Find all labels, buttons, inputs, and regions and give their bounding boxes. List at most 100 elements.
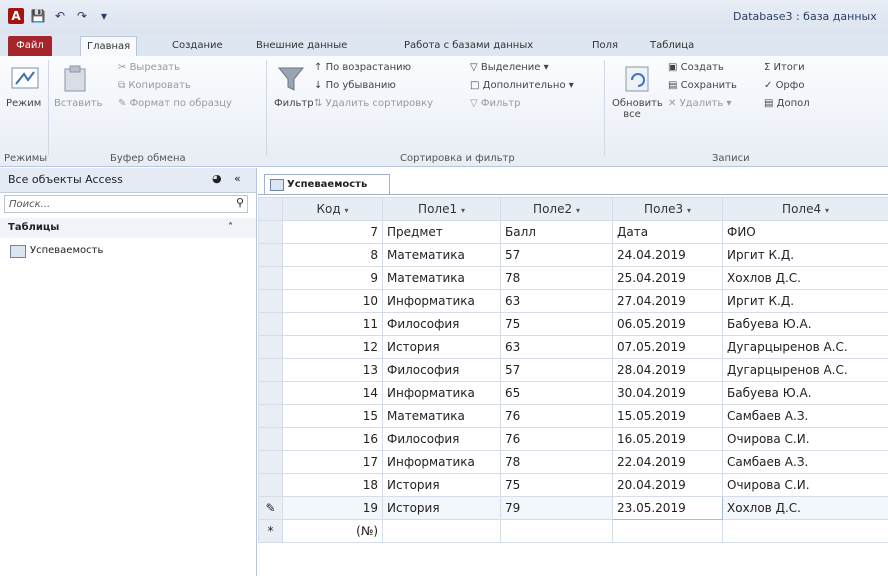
cell-code[interactable]: 12 [282,335,383,359]
cell-field1[interactable]: Философия [382,427,501,451]
tab-home[interactable]: Главная [80,36,138,57]
cell-field2[interactable]: 63 [500,289,613,313]
cell-field4[interactable]: Очирова С.И. [722,427,888,451]
cell-code[interactable]: (№) [282,519,383,543]
cell-field3[interactable]: 25.04.2019 [612,266,723,290]
cell-field4[interactable]: Очирова С.И. [722,473,888,497]
new-record-selector[interactable]: * [258,519,283,543]
cell-field2[interactable]: 75 [500,473,613,497]
chevron-up-icon[interactable]: ˄ [228,218,233,238]
cell-empty[interactable] [500,519,613,543]
column-header-field4[interactable]: Поле4 ▾ [722,197,888,221]
cell-field1[interactable]: Информатика [382,289,501,313]
nav-menu-icon[interactable]: ◕ [212,172,222,185]
customize-toolbar-icon[interactable]: ▾ [96,8,112,24]
tab-file[interactable]: Файл [8,36,52,56]
cell-field2[interactable]: 78 [500,450,613,474]
new-record-button[interactable]: ▣ Создать [668,62,724,73]
record-selector[interactable] [258,358,283,382]
table-row[interactable]: 15 Математика 76 15.05.2019 Самбаев А.З. [258,404,888,428]
cell-field3[interactable]: 27.04.2019 [612,289,723,313]
cell-field1[interactable]: Предмет [382,220,501,244]
table-row[interactable]: 8 Математика 57 24.04.2019 Иргит К.Д. [258,243,888,267]
cell-code[interactable]: 15 [282,404,383,428]
column-header-code[interactable]: Код ▾ [282,197,383,221]
record-selector[interactable] [258,266,283,290]
cell-code[interactable]: 18 [282,473,383,497]
cell-field3[interactable]: 23.05.2019 [612,496,723,520]
undo-icon[interactable]: ↶ [52,8,68,24]
paste-button[interactable]: Вставить [54,98,102,109]
tab-fields[interactable]: Поля [586,36,624,56]
collapse-pane-icon[interactable]: « [234,172,241,185]
cell-code[interactable]: 13 [282,358,383,382]
cell-field2[interactable]: 76 [500,427,613,451]
cell-field4[interactable]: Иргит К.Д. [722,289,888,313]
cell-field2[interactable]: 78 [500,266,613,290]
cell-field2[interactable]: 75 [500,312,613,336]
table-row[interactable]: 10 Информатика 63 27.04.2019 Иргит К.Д. [258,289,888,313]
cell-field3[interactable]: 30.04.2019 [612,381,723,405]
tab-create[interactable]: Создание [166,36,229,56]
search-input[interactable]: Поиск... [4,195,248,213]
cell-field4[interactable]: ФИО [722,220,888,244]
cell-field4[interactable]: Иргит К.Д. [722,243,888,267]
cell-field4[interactable]: Дугарцыренов А.С. [722,358,888,382]
cell-empty[interactable] [722,519,888,543]
cell-field1[interactable]: История [382,335,501,359]
cell-field1[interactable]: Математика [382,266,501,290]
column-dropdown-icon[interactable]: ▾ [825,206,829,215]
table-row[interactable]: 12 История 63 07.05.2019 Дугарцыренов А.С. [258,335,888,359]
cell-field3[interactable]: 06.05.2019 [612,312,723,336]
cell-field3[interactable]: Дата [612,220,723,244]
cell-field3[interactable]: 07.05.2019 [612,335,723,359]
sort-ascending-button[interactable]: ↑ По возрастанию [314,62,411,73]
column-header-field3[interactable]: Поле3 ▾ [612,197,723,221]
view-button[interactable]: Режим [6,98,41,109]
table-row[interactable]: 13 Философия 57 28.04.2019 Дугарцыренов А.С. [258,358,888,382]
save-icon[interactable]: 💾 [30,8,46,24]
refresh-icon[interactable] [622,64,652,94]
select-all-corner[interactable] [258,197,283,221]
cell-field3[interactable]: 24.04.2019 [612,243,723,267]
cell-code[interactable]: 8 [282,243,383,267]
table-row[interactable]: ✎ 19 История 79 23.05.2019 Хохлов Д.С. [258,496,888,520]
format-painter-button[interactable]: ✎ Формат по образцу [118,98,232,109]
table-row[interactable]: 14 Информатика 65 30.04.2019 Бабуева Ю.А. [258,381,888,405]
spelling-button[interactable]: ✓ Орфо [764,80,804,91]
cell-field1[interactable]: Математика [382,243,501,267]
cell-field4[interactable]: Самбаев А.З. [722,404,888,428]
sort-descending-button[interactable]: ↓ По убыванию [314,80,396,91]
filter-button[interactable]: Фильтр [274,98,314,109]
cell-field2[interactable]: 57 [500,358,613,382]
cell-field4[interactable]: Самбаев А.З. [722,450,888,474]
cell-field1[interactable]: История [382,496,501,520]
cell-field2[interactable]: 79 [500,496,613,520]
navigation-header[interactable]: Все объекты Access ◕ « [0,168,256,193]
cell-field2[interactable]: Балл [500,220,613,244]
cell-field2[interactable]: 63 [500,335,613,359]
cell-code[interactable]: 9 [282,266,383,290]
cell-field3[interactable]: 28.04.2019 [612,358,723,382]
column-header-field1[interactable]: Поле1 ▾ [382,197,501,221]
cell-field2[interactable]: 57 [500,243,613,267]
record-selector[interactable] [258,473,283,497]
cell-field2[interactable]: 76 [500,404,613,428]
totals-button[interactable]: Σ Итоги [764,62,805,73]
record-selector[interactable]: ✎ [258,496,283,520]
cell-field1[interactable]: Философия [382,358,501,382]
cell-code[interactable]: 7 [282,220,383,244]
table-row[interactable]: 9 Математика 78 25.04.2019 Хохлов Д.С. [258,266,888,290]
record-selector[interactable] [258,427,283,451]
column-dropdown-icon[interactable]: ▾ [461,206,465,215]
cell-field1[interactable]: Математика [382,404,501,428]
cell-code[interactable]: 17 [282,450,383,474]
cell-code[interactable]: 11 [282,312,383,336]
cell-field3[interactable]: 20.04.2019 [612,473,723,497]
column-dropdown-icon[interactable]: ▾ [576,206,580,215]
cell-code[interactable]: 16 [282,427,383,451]
record-selector[interactable] [258,312,283,336]
record-selector[interactable] [258,243,283,267]
cell-field4[interactable]: Хохлов Д.С. [722,266,888,290]
nav-item-table[interactable]: Успеваемость [0,240,256,262]
